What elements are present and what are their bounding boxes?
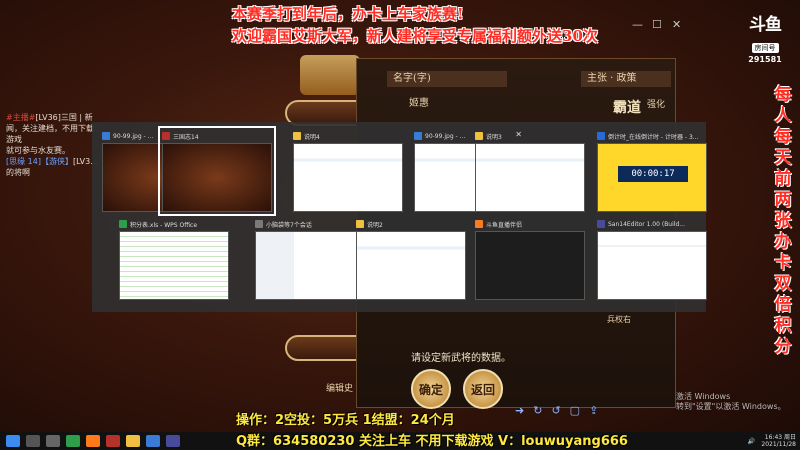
window-thumb[interactable]: San14Editor 1.00 (Build... xyxy=(597,218,707,300)
power-label: 兵权右 xyxy=(607,315,631,324)
window-thumb[interactable]: 小脑袋等7个会话 xyxy=(255,218,365,300)
folder-icon xyxy=(356,220,364,228)
share-icon[interactable]: ⇪ xyxy=(589,404,598,417)
window-preview xyxy=(255,231,365,300)
promo-banner-line2: 欢迎霸国艾斯大军，新人建将享受专属福利额外送30次 xyxy=(232,27,598,45)
vertical-promo-banner: 每人每天前两张办卡双倍积分 xyxy=(774,85,792,357)
chat-app-icon xyxy=(255,220,263,228)
policy-header: 主张 · 政策 xyxy=(581,71,671,87)
window-thumb[interactable]: 说明3 xyxy=(475,130,585,212)
douyu-logo: 斗鱼 房间号 291581 xyxy=(738,10,792,64)
window-title: 小脑袋等7个会话 xyxy=(266,221,312,229)
chat-panel: #主播#[LV36]三国 | 新闻，关注建档，不用下载游戏 就可参与水友赛。 [… xyxy=(6,112,101,178)
window-title: 说明3 xyxy=(486,133,502,141)
windows-start-icon[interactable] xyxy=(6,435,20,447)
window-thumb[interactable]: 倒计时_在线倒计时 - 计时器 - 3... 00:00:17 xyxy=(597,130,707,212)
undo-icon[interactable]: ↺ xyxy=(551,404,560,417)
name-header: 名字(字) xyxy=(387,71,507,87)
clock-date: 2021/11/28 xyxy=(761,441,796,448)
room-tag: 房间号 xyxy=(751,43,779,53)
task-view-icon[interactable] xyxy=(46,435,60,447)
general-name[interactable]: 姬惠 xyxy=(409,94,429,109)
timer-display: 00:00:17 xyxy=(618,166,688,182)
window-title: 90-99.jpg - ... xyxy=(425,132,466,140)
square-icon[interactable]: ▢ xyxy=(570,404,580,417)
window-preview xyxy=(475,231,585,300)
system-tray: 🔊 16:43 周日 2021/11/28 xyxy=(748,432,796,450)
back-button[interactable]: 返回 xyxy=(463,369,503,409)
folder-icon xyxy=(475,132,483,140)
minimize-icon[interactable]: — xyxy=(632,18,643,31)
promo-banner-line1: 本赛季打到年后，办卡上车家族赛! xyxy=(232,5,464,23)
photo-icon xyxy=(102,132,110,140)
game-title-ornament xyxy=(300,55,360,95)
game-icon[interactable] xyxy=(106,435,120,447)
room-number: 291581 xyxy=(748,55,782,64)
streaming-app-icon xyxy=(475,220,483,228)
browser-icon xyxy=(597,132,605,140)
window-thumb[interactable]: 斗鱼直播伴侣 xyxy=(475,218,585,300)
contact-info: Q群：634580230 关注上车 不用下载游戏 V：louwuyang666 xyxy=(236,434,628,449)
dialog-prompt: 请设定新武将的数据。 xyxy=(411,353,511,364)
editor-icon[interactable] xyxy=(166,435,180,447)
window-title: 积分表.xls - WPS Office xyxy=(130,221,198,229)
chat-user: [思缘 14]【游侠】 xyxy=(6,157,73,166)
chat-message: 的将啊 xyxy=(6,168,30,177)
folder-icon xyxy=(293,132,301,140)
clock[interactable]: 16:43 周日 2021/11/28 xyxy=(761,434,796,448)
watermark-line: 激活 Windows xyxy=(676,392,731,401)
window-thumb-selected[interactable]: 三国志14 xyxy=(158,126,276,216)
folder-icon[interactable] xyxy=(126,435,140,447)
arrow-right-icon[interactable]: ➜ xyxy=(515,404,524,417)
streaming-app-icon[interactable] xyxy=(86,435,100,447)
policy-sub: 强化 xyxy=(646,100,665,110)
activation-watermark: 激活 Windows 转到"设置"以激活 Windows。 xyxy=(676,392,786,412)
window-preview xyxy=(475,143,585,212)
search-icon[interactable] xyxy=(26,435,40,447)
spreadsheet-icon xyxy=(119,220,127,228)
rules-info: 操作：2空投：5万兵 1结盟：24个月 xyxy=(236,413,455,428)
window-title: San14Editor 1.00 (Build... xyxy=(608,220,685,228)
spreadsheet-icon[interactable] xyxy=(66,435,80,447)
window-title: 说明4 xyxy=(304,133,320,141)
window-thumb[interactable]: 说明4 xyxy=(293,130,403,212)
window-title: 斗鱼直播伴侣 xyxy=(486,221,523,229)
window-preview xyxy=(356,231,466,300)
window-preview xyxy=(293,143,403,212)
window-title: 倒计时_在线倒计时 - 计时器 - 3... xyxy=(608,133,699,141)
game-icon xyxy=(162,132,170,140)
window-thumb[interactable]: 积分表.xls - WPS Office xyxy=(119,218,229,300)
editor-icon xyxy=(597,220,605,228)
logo-mark: 斗鱼 xyxy=(749,15,782,35)
window-title: 说明2 xyxy=(367,221,383,229)
close-icon[interactable]: ✕ xyxy=(672,18,681,31)
window-preview xyxy=(119,231,229,300)
window-title: 三国志14 xyxy=(173,133,199,141)
maximize-icon[interactable]: ☐ xyxy=(652,18,662,31)
window-preview xyxy=(597,231,707,300)
chat-message: 就可参与水友赛。 xyxy=(6,146,70,155)
window-title: 90-99.jpg - ... xyxy=(113,132,154,140)
task-switcher: 90-99.jpg - ... 三国志14 说明4 90-99.jpg - ..… xyxy=(92,122,707,312)
window-thumb[interactable]: 说明2 xyxy=(356,218,466,300)
photo-icon xyxy=(414,132,422,140)
clock-time: 16:43 周日 xyxy=(764,434,796,441)
window-preview: 00:00:17 xyxy=(597,143,707,212)
refresh-icon[interactable]: ↻ xyxy=(533,404,542,417)
policy-value[interactable]: 霸道 xyxy=(613,97,641,117)
watermark-line: 转到"设置"以激活 Windows。 xyxy=(676,402,786,411)
photo-icon[interactable] xyxy=(146,435,160,447)
editor-toolbar: ➜ ↻ ↺ ▢ ⇪ xyxy=(515,404,598,417)
volume-icon[interactable]: 🔊 xyxy=(748,438,755,445)
window-preview xyxy=(162,143,272,212)
confirm-button[interactable]: 确定 xyxy=(411,369,451,409)
edit-history-label[interactable]: 编辑史 xyxy=(326,381,353,394)
chat-user: #主播# xyxy=(6,113,36,122)
